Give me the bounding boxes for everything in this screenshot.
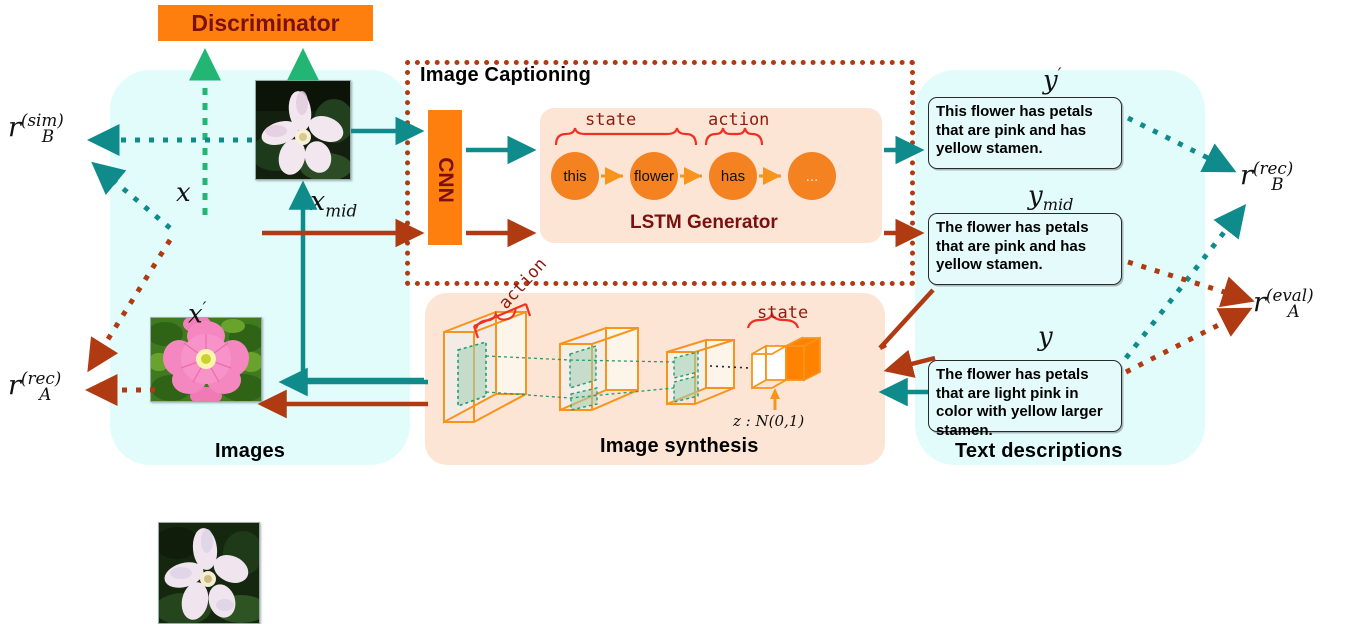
reward-label-rA-eval: r(eval)A [1253, 285, 1314, 322]
reward-base: r [1253, 287, 1266, 318]
lstm-node-label: flower [633, 167, 674, 185]
image-captioning-caption: Image Captioning [420, 64, 591, 86]
discriminator-block[interactable]: Discriminator [158, 5, 373, 41]
text-label-y-prime: y′ [1043, 64, 1061, 96]
image-label-x: x [176, 178, 191, 208]
image-synthesis-caption: Image synthesis [600, 435, 759, 457]
cnn-label: CNN [434, 157, 457, 203]
y-base: y [1038, 322, 1053, 352]
y-prime-base: y [1043, 65, 1058, 96]
image-synthesis-graphic [430, 298, 880, 438]
lstm-node[interactable]: flower [630, 152, 678, 200]
text-box-y-prime[interactable]: This flower has petals that are pink and… [928, 97, 1122, 169]
text-box-body: The flower has petals that are pink and … [936, 219, 1089, 273]
lstm-state-brace-label: state [585, 110, 637, 130]
image-thumbnail-x-mid[interactable] [255, 80, 351, 180]
text-box-y[interactable]: The flower has petals that are light pin… [928, 360, 1122, 439]
y-mid-base: y [1028, 181, 1043, 211]
reward-label-rA-rec: r(rec)A [8, 368, 61, 405]
image-thumbnail-x-prime[interactable] [158, 522, 260, 624]
text-panel-caption: Text descriptions [955, 440, 1123, 462]
reward-sub: A [1287, 301, 1300, 322]
synthesis-state-label: state [757, 303, 809, 323]
y-prime-sup: ′ [1057, 64, 1062, 83]
reward-label-rB-rec: r(rec)B [1240, 158, 1293, 195]
x-mid-base: x [310, 186, 326, 217]
x-mid-sub: mid [325, 200, 358, 221]
reward-sub: B [41, 126, 55, 147]
diagram-canvas: Images Text descriptions Image synthesis… [0, 0, 1359, 624]
discriminator-label: Discriminator [191, 10, 340, 36]
noise-distribution-label: z : N(0,1) [733, 412, 805, 430]
cnn-block[interactable]: CNN [428, 110, 462, 245]
lstm-node[interactable]: has [709, 152, 757, 200]
lstm-node[interactable]: ... [788, 152, 836, 200]
text-box-body: The flower has petals that are light pin… [936, 366, 1103, 439]
reward-label-rB-sim: r(sim)B [8, 110, 64, 147]
reward-base: r [8, 112, 21, 143]
lstm-node-label: ... [805, 167, 819, 185]
reward-sub: B [1271, 174, 1284, 195]
text-label-y-mid: ymid [1028, 181, 1073, 214]
lstm-node[interactable]: this [551, 152, 599, 200]
y-mid-sub: mid [1042, 195, 1074, 215]
image-thumbnail-x[interactable] [150, 317, 262, 402]
lstm-node-label: this [563, 167, 587, 185]
reward-base: r [8, 370, 21, 401]
lstm-generator-label: LSTM Generator [630, 212, 778, 233]
lstm-node-label: has [720, 167, 746, 185]
text-box-y-mid[interactable]: The flower has petals that are pink and … [928, 213, 1122, 285]
reward-base: r [1240, 160, 1253, 191]
x-prime-base: x [188, 299, 203, 330]
x-base: x [176, 178, 191, 208]
x-prime-sup: ′ [202, 298, 207, 317]
text-box-body: This flower has petals that are pink and… [936, 103, 1093, 157]
reward-sub: A [39, 384, 52, 405]
image-label-x-prime: x′ [188, 298, 206, 330]
lstm-action-brace-label: action [708, 110, 770, 130]
images-panel-caption: Images [215, 440, 286, 462]
image-label-x-mid: xmid [310, 186, 357, 220]
text-label-y: y [1038, 322, 1053, 352]
